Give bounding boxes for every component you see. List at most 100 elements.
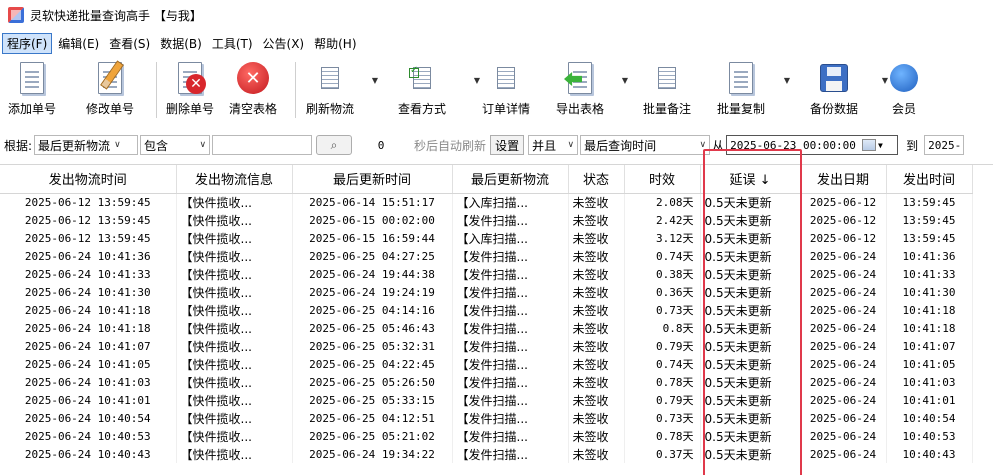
cell-delay[interactable]: 0.5天未更新 <box>700 265 801 283</box>
cell-duration[interactable]: 0.36天 <box>624 283 701 301</box>
cell-send-clock[interactable]: 10:41:18 <box>886 319 973 337</box>
table-row[interactable]: 2025-06-24 10:41:30 【快件揽收... 2025-06-24 19… <box>0 283 973 301</box>
cell-last-update-time[interactable]: 2025-06-24 19:24:19 <box>292 283 453 301</box>
cell-last-update-info[interactable]: 【发件扫描... <box>452 427 569 445</box>
cell-delay[interactable]: 0.5天未更新 <box>700 283 801 301</box>
cell-status[interactable]: 未签收 <box>568 247 625 265</box>
batch-note-button[interactable]: 批量备注 <box>628 56 706 122</box>
cell-last-update-time[interactable]: 2025-06-25 04:14:16 <box>292 301 453 319</box>
cell-last-update-time[interactable]: 2025-06-25 05:33:15 <box>292 391 453 409</box>
cell-send-time[interactable]: 2025-06-24 10:41:01 <box>0 391 177 409</box>
cell-last-update-time[interactable]: 2025-06-24 19:34:22 <box>292 445 453 463</box>
cell-send-clock[interactable]: 10:41:07 <box>886 337 973 355</box>
cell-last-update-time[interactable]: 2025-06-25 05:46:43 <box>292 319 453 337</box>
col-header-last-update-info[interactable]: 最后更新物流 <box>452 165 569 194</box>
cell-send-info[interactable]: 【快件揽收... <box>176 391 293 409</box>
cell-status[interactable]: 未签收 <box>568 283 625 301</box>
table-row[interactable]: 2025-06-24 10:41:05 【快件揽收... 2025-06-25 04… <box>0 355 973 373</box>
date-field-select[interactable]: 最后查询时间 ∨ <box>580 135 711 155</box>
table-row[interactable]: 2025-06-24 10:41:07 【快件揽收... 2025-06-25 05… <box>0 337 973 355</box>
cell-status[interactable]: 未签收 <box>568 337 625 355</box>
table-row[interactable]: 2025-06-24 10:41:33 【快件揽收... 2025-06-24 19… <box>0 265 973 283</box>
cell-send-clock[interactable]: 10:41:03 <box>886 373 973 391</box>
cell-status[interactable]: 未签收 <box>568 427 625 445</box>
menu-tools[interactable]: 工具(T) <box>208 34 257 53</box>
cell-delay[interactable]: 0.5天未更新 <box>700 427 801 445</box>
table-row[interactable]: 2025-06-24 10:41:36 【快件揽收... 2025-06-25 04… <box>0 247 973 265</box>
edit-number-button[interactable]: 修改单号 <box>64 56 156 122</box>
col-header-status[interactable]: 状态 <box>568 165 625 194</box>
col-header-send-info[interactable]: 发出物流信息 <box>176 165 293 194</box>
dropdown-arrow-icon[interactable]: ▼ <box>784 76 790 85</box>
cell-status[interactable]: 未签收 <box>568 355 625 373</box>
cell-send-clock[interactable]: 10:41:05 <box>886 355 973 373</box>
cell-status[interactable]: 未签收 <box>568 409 625 427</box>
cell-duration[interactable]: 0.79天 <box>624 337 701 355</box>
cell-send-date[interactable]: 2025-06-24 <box>800 445 887 463</box>
cell-send-clock[interactable]: 10:41:36 <box>886 247 973 265</box>
cell-last-update-info[interactable]: 【发件扫描... <box>452 409 569 427</box>
cell-send-clock[interactable]: 10:40:43 <box>886 445 973 463</box>
cell-send-info[interactable]: 【快件揽收... <box>176 283 293 301</box>
table-row[interactable]: 2025-06-12 13:59:45 【快件揽收... 2025-06-14 15… <box>0 193 973 211</box>
cell-send-clock[interactable]: 10:40:54 <box>886 409 973 427</box>
delete-number-button[interactable]: ✕ 删除单号 <box>157 56 223 122</box>
cell-last-update-time[interactable]: 2025-06-25 05:26:50 <box>292 373 453 391</box>
cell-last-update-info[interactable]: 【发件扫描... <box>452 373 569 391</box>
cell-last-update-time[interactable]: 2025-06-25 04:22:45 <box>292 355 453 373</box>
cell-duration[interactable]: 2.08天 <box>624 193 701 211</box>
cell-last-update-info[interactable]: 【发件扫描... <box>452 391 569 409</box>
cell-send-clock[interactable]: 10:41:18 <box>886 301 973 319</box>
cell-delay[interactable]: 0.5天未更新 <box>700 409 801 427</box>
cell-delay[interactable]: 0.5天未更新 <box>700 355 801 373</box>
cell-status[interactable]: 未签收 <box>568 445 625 463</box>
cell-duration[interactable]: 0.73天 <box>624 301 701 319</box>
cell-delay[interactable]: 0.5天未更新 <box>700 211 801 229</box>
cell-send-clock[interactable]: 13:59:45 <box>886 193 973 211</box>
cell-status[interactable]: 未签收 <box>568 211 625 229</box>
backup-data-button[interactable]: 备份数据 ▼ <box>794 56 888 122</box>
search-button[interactable]: ⌕ <box>316 135 353 155</box>
cell-send-clock[interactable]: 10:41:30 <box>886 283 973 301</box>
cell-delay[interactable]: 0.5天未更新 <box>700 301 801 319</box>
member-button[interactable]: 会员 <box>884 56 924 122</box>
cell-send-date[interactable]: 2025-06-24 <box>800 373 887 391</box>
table-row[interactable]: 2025-06-24 10:41:01 【快件揽收... 2025-06-25 05… <box>0 391 973 409</box>
cell-delay[interactable]: 0.5天未更新 <box>700 193 801 211</box>
cell-last-update-time[interactable]: 2025-06-25 05:21:02 <box>292 427 453 445</box>
cell-status[interactable]: 未签收 <box>568 301 625 319</box>
cell-send-time[interactable]: 2025-06-24 10:41:05 <box>0 355 177 373</box>
cell-send-clock[interactable]: 10:41:33 <box>886 265 973 283</box>
calendar-icon[interactable] <box>861 139 876 151</box>
cell-send-info[interactable]: 【快件揽收... <box>176 337 293 355</box>
table-row[interactable]: 2025-06-12 13:59:45 【快件揽收... 2025-06-15 00… <box>0 211 973 229</box>
cell-status[interactable]: 未签收 <box>568 373 625 391</box>
col-header-delay[interactable]: 延误 ↓ <box>700 165 801 194</box>
table-row[interactable]: 2025-06-12 13:59:45 【快件揽收... 2025-06-15 16… <box>0 229 973 247</box>
cell-send-info[interactable]: 【快件揽收... <box>176 301 293 319</box>
table-row[interactable]: 2025-06-24 10:41:18 【快件揽收... 2025-06-25 05… <box>0 319 973 337</box>
cell-send-clock[interactable]: 13:59:45 <box>886 229 973 247</box>
cell-send-time[interactable]: 2025-06-24 10:41:33 <box>0 265 177 283</box>
cell-duration[interactable]: 0.78天 <box>624 373 701 391</box>
cell-last-update-time[interactable]: 2025-06-24 19:44:38 <box>292 265 453 283</box>
cell-send-clock[interactable]: 10:40:53 <box>886 427 973 445</box>
col-header-send-date[interactable]: 发出日期 <box>800 165 887 194</box>
cell-send-time[interactable]: 2025-06-24 10:41:36 <box>0 247 177 265</box>
cell-duration[interactable]: 0.74天 <box>624 355 701 373</box>
cell-send-date[interactable]: 2025-06-24 <box>800 337 887 355</box>
cell-delay[interactable]: 0.5天未更新 <box>700 319 801 337</box>
export-table-button[interactable]: 导出表格 ▼ <box>546 56 628 122</box>
cell-send-date[interactable]: 2025-06-24 <box>800 427 887 445</box>
from-date-field[interactable]: 2025-06-23 00:00:00 ▼ <box>726 135 899 155</box>
cell-status[interactable]: 未签收 <box>568 229 625 247</box>
refresh-logistics-button[interactable]: 刷新物流 ▼ <box>296 56 378 122</box>
col-header-send-clock[interactable]: 发出时间 <box>886 165 973 194</box>
table-row[interactable]: 2025-06-24 10:40:54 【快件揽收... 2025-06-25 04… <box>0 409 973 427</box>
cell-last-update-time[interactable]: 2025-06-25 04:27:25 <box>292 247 453 265</box>
view-mode-button[interactable]: 查看方式 ▼ <box>378 56 480 122</box>
cell-last-update-info[interactable]: 【发件扫描... <box>452 247 569 265</box>
cell-send-info[interactable]: 【快件揽收... <box>176 355 293 373</box>
cell-send-time[interactable]: 2025-06-24 10:41:30 <box>0 283 177 301</box>
cell-delay[interactable]: 0.5天未更新 <box>700 229 801 247</box>
